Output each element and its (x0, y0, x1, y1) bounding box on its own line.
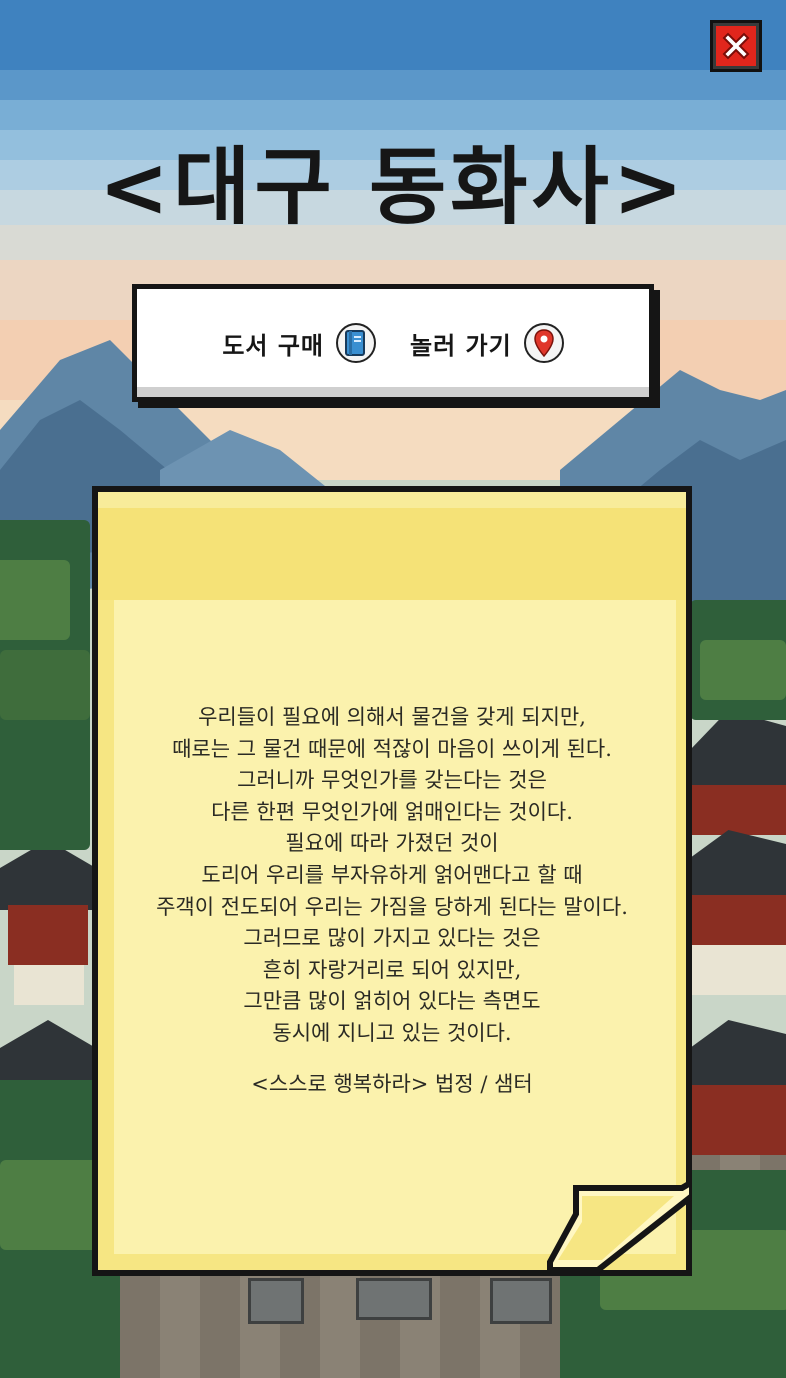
visit-button[interactable]: 놀러 가기 (410, 323, 564, 363)
visit-label: 놀러 가기 (410, 331, 512, 360)
quote-line: 주객이 전도되어 우리는 가짐을 당하게 된다는 말이다. (156, 894, 628, 919)
page-title: <대구 동화사> (98, 138, 688, 236)
map-pin-icon (523, 323, 564, 363)
quote-line: 그만큼 많이 얽히어 있다는 측면도 (243, 989, 541, 1014)
quote-line: 그러니까 무엇인가를 갖는다는 것은 (237, 768, 547, 793)
buy-book-label: 도서 구매 (222, 331, 324, 360)
close-button[interactable] (710, 20, 762, 72)
menu-bubble: 도서 구매 놀러 가기 (122, 278, 664, 408)
buy-book-button[interactable]: 도서 구매 (222, 323, 376, 363)
quote-line: 다른 한편 무엇인가에 얽매인다는 것이다. (211, 799, 573, 824)
quote-text: 우리들이 필요에 의해서 물건을 갖게 되지만, 때로는 그 물건 때문에 적잖… (98, 702, 686, 1050)
close-x-icon (722, 32, 750, 60)
quote-line: 그러므로 많이 가지고 있다는 것은 (243, 926, 541, 951)
quote-line: 필요에 따라 가졌던 것이 (285, 831, 499, 856)
page-curl (547, 1182, 692, 1273)
quote-line: 우리들이 필요에 의해서 물건을 갖게 되지만, (198, 705, 586, 729)
book-icon (336, 323, 376, 363)
quote-line: 도리어 우리를 부자유하게 얽어맨다고 할 때 (201, 862, 583, 887)
quote-source: <스스로 행복하라> 법정 / 샘터 (251, 1072, 533, 1096)
quote-line: 때로는 그 물건 때문에 적잖이 마음이 쓰이게 된다. (172, 736, 612, 761)
stone-lantern (248, 1278, 304, 1324)
menu-row: 도서 구매 놀러 가기 (122, 278, 664, 408)
quote-line: 흔히 자랑거리로 되어 있지만, (262, 957, 522, 982)
quote-line: 동시에 지니고 있는 것이다. (272, 1020, 512, 1045)
quote-note: 우리들이 필요에 의해서 물건을 갖게 되지만, 때로는 그 물건 때문에 적잖… (92, 486, 692, 1276)
